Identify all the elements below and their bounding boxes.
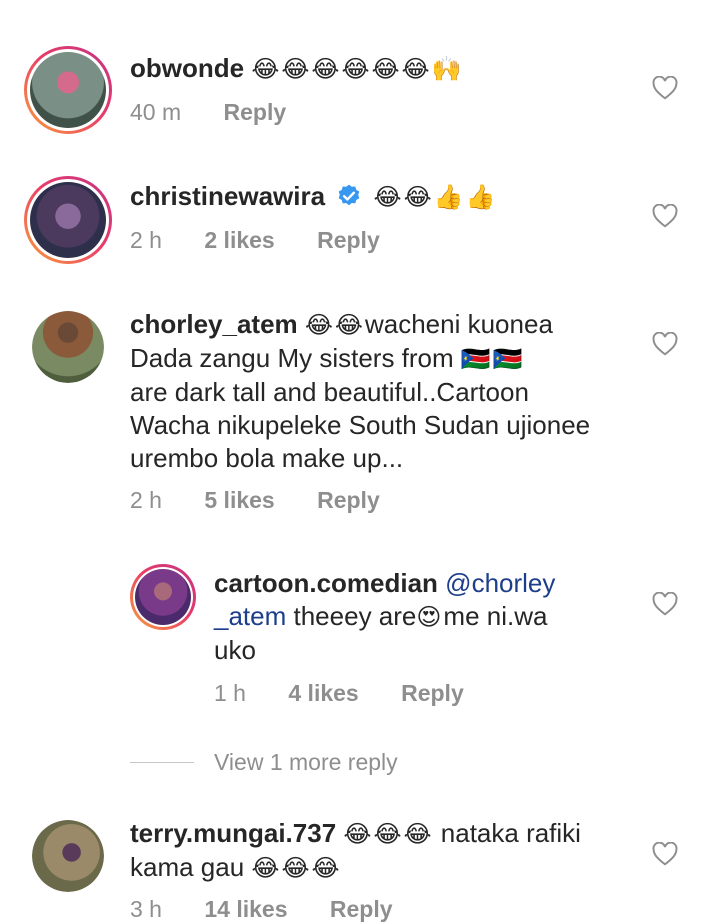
comment-line: me ni.wa	[443, 601, 548, 631]
mention-link[interactable]: _atem	[214, 601, 286, 631]
comment-text: terry.mungai.737 😂😂😂 nataka rafiki kama …	[130, 817, 650, 885]
emoji-text: 😂😂	[304, 311, 365, 339]
comment-line: wacheni kuonea	[364, 309, 553, 339]
comment-line: Dada zangu My sisters from	[130, 343, 454, 373]
reply-button[interactable]: Reply	[317, 227, 380, 253]
comment-line: are dark tall and beautiful..Cartoon	[130, 377, 529, 407]
avatar[interactable]	[32, 311, 104, 383]
avatar[interactable]	[24, 46, 112, 134]
timestamp: 2 h	[130, 227, 162, 253]
emoji-text: 😂😂😂	[251, 854, 342, 882]
comment-text: christinewawira 😂😂👍👍	[130, 180, 497, 214]
comment-line: urembo bola make up...	[130, 443, 404, 473]
likes-count[interactable]: 14 likes	[204, 896, 287, 922]
like-heart-icon[interactable]	[652, 592, 678, 616]
flag-emoji: 🇸🇸🇸🇸	[460, 345, 525, 373]
timestamp: 40 m	[130, 99, 182, 125]
comment-meta: 1 h 4 likes Reply	[214, 680, 500, 707]
reply-button[interactable]: Reply	[317, 487, 380, 513]
comment-line: nataka rafiki	[440, 818, 581, 848]
emoji-text: 😂😂😂😂😂😂🙌	[251, 55, 464, 83]
emoji-text: 😂😂😂	[343, 820, 434, 848]
comment-meta: 40 m Reply	[130, 99, 322, 126]
timestamp: 3 h	[130, 896, 162, 922]
comment-line: uko	[214, 635, 256, 665]
emoji-text: 😍	[416, 603, 444, 631]
emoji-text: 😂😂👍👍	[373, 183, 498, 211]
mention-link[interactable]: @chorley	[445, 568, 555, 598]
reply-cartoon-comedian: cartoon.comedian @chorley _atem theeey a…	[0, 540, 720, 740]
comment-line: Wacha nikupeleke South Sudan ujionee	[130, 410, 591, 440]
view-more-replies-button[interactable]: View 1 more reply	[130, 745, 398, 779]
comment-text: chorley_atem 😂😂wacheni kuonea Dada zangu…	[130, 308, 650, 475]
comment-christinewawira: christinewawira 😂😂👍👍 2 h 2 likes Reply	[0, 150, 720, 290]
reply-button[interactable]: Reply	[224, 99, 287, 125]
likes-count[interactable]: 2 likes	[204, 227, 274, 253]
comment-meta: 2 h 2 likes Reply	[130, 227, 416, 254]
likes-count[interactable]: 4 likes	[288, 680, 358, 706]
reply-button[interactable]: Reply	[330, 896, 393, 922]
comment-line: theeey are	[293, 601, 417, 631]
likes-count[interactable]: 5 likes	[204, 487, 274, 513]
timestamp: 1 h	[214, 680, 246, 706]
avatar[interactable]	[130, 564, 196, 630]
like-heart-icon[interactable]	[652, 842, 678, 866]
comment-terry-mungai: terry.mungai.737 😂😂😂 nataka rafiki kama …	[0, 800, 720, 922]
like-heart-icon[interactable]	[652, 76, 678, 100]
username[interactable]: obwonde	[130, 53, 244, 83]
username[interactable]: chorley_atem	[130, 309, 298, 339]
reply-button[interactable]: Reply	[401, 680, 464, 706]
like-heart-icon[interactable]	[652, 204, 678, 228]
comment-meta: 2 h 5 likes Reply	[130, 487, 416, 514]
verified-badge-icon	[339, 184, 360, 206]
comment-text: obwonde 😂😂😂😂😂😂🙌	[130, 52, 463, 86]
comment-text: cartoon.comedian @chorley _atem theeey a…	[214, 567, 634, 667]
divider	[130, 761, 194, 763]
view-more-label: View 1 more reply	[214, 748, 398, 775]
comment-chorley-atem: chorley_atem 😂😂wacheni kuonea Dada zangu…	[0, 290, 720, 540]
comment-obwonde: obwonde 😂😂😂😂😂😂🙌 40 m Reply	[0, 0, 720, 150]
avatar[interactable]	[24, 176, 112, 264]
comment-line: kama gau	[130, 852, 245, 882]
username[interactable]: terry.mungai.737	[130, 818, 336, 848]
like-heart-icon[interactable]	[652, 332, 678, 356]
timestamp: 2 h	[130, 487, 162, 513]
username[interactable]: cartoon.comedian	[214, 568, 438, 598]
avatar[interactable]	[32, 820, 104, 892]
username[interactable]: christinewawira	[130, 181, 325, 211]
